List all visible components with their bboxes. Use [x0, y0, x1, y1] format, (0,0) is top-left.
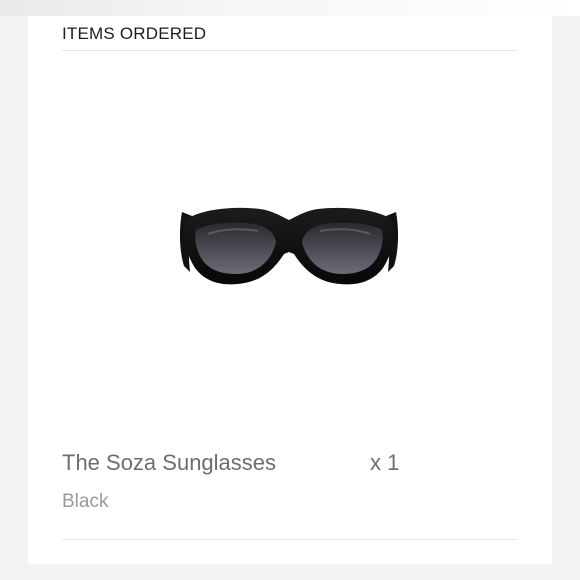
top-fade: [0, 0, 580, 16]
product-name[interactable]: The Soza Sunglasses: [62, 450, 276, 476]
items-ordered-heading: ITEMS ORDERED: [62, 24, 207, 43]
item-quantity: x 1: [370, 450, 400, 475]
items-ordered-card: ITEMS ORDERED The Soza Sunglasses x 1 Bl…: [28, 16, 552, 564]
product-variant: Black: [62, 491, 109, 512]
bottom-divider: [62, 539, 518, 540]
top-divider: [62, 50, 518, 51]
sunglasses-product-image[interactable]: [178, 204, 400, 288]
